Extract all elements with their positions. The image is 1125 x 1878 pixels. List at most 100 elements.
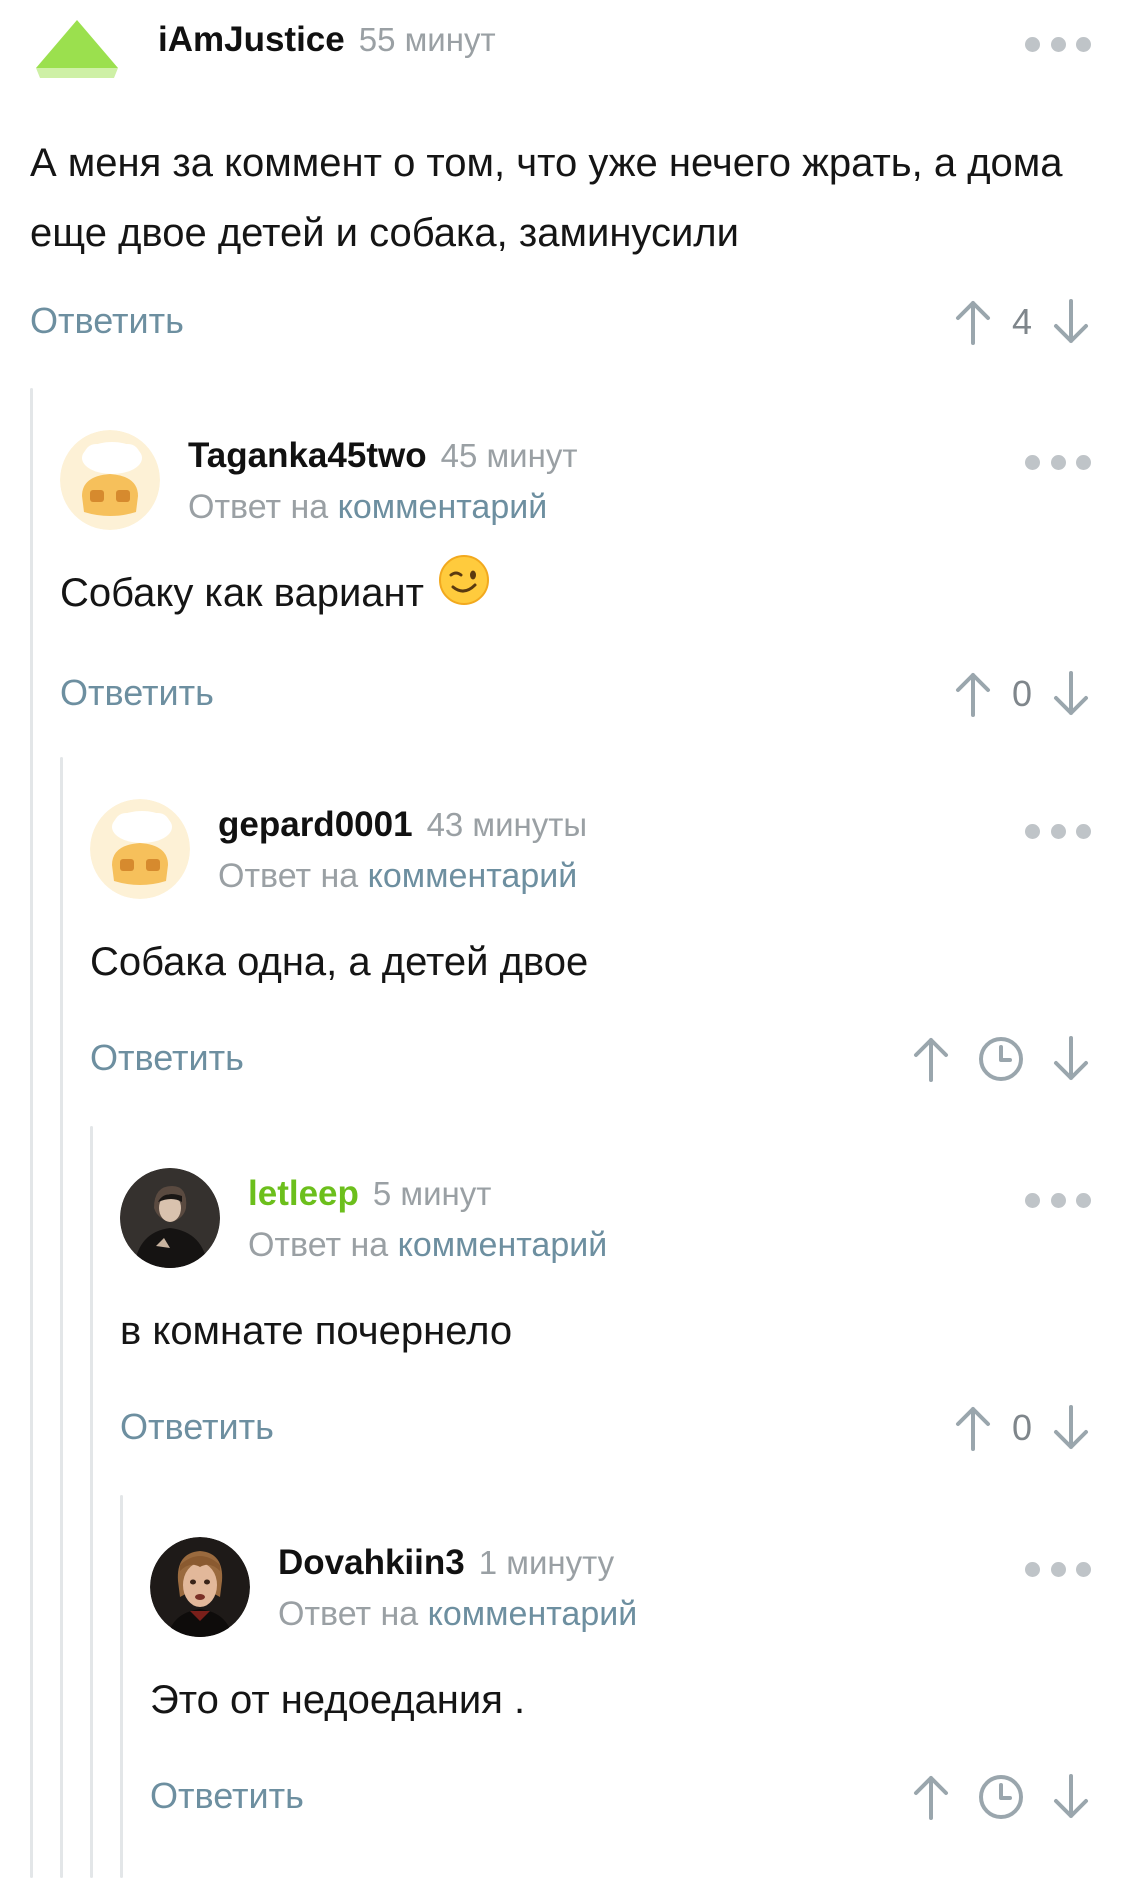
dot-icon [1025,1192,1040,1208]
comment: gepard0001 43 минуты Ответ на комментарий… [90,799,1091,1089]
more-options-button[interactable] [1025,821,1091,841]
comment-text: Это от недоедания . [150,1678,526,1722]
timestamp: 45 минут [440,437,578,474]
timestamp: 55 минут [358,21,496,58]
comment-meta: gepard0001 43 минуты [218,805,587,845]
vote-controls: 0 [953,664,1091,724]
reply-button[interactable]: Ответить [120,1406,274,1448]
timestamp: 43 минуты [426,806,588,843]
author-name[interactable]: Taganka45two [188,436,427,475]
upvote-arrow-icon[interactable] [911,1034,951,1084]
author-name[interactable]: Dovahkiin3 [278,1543,465,1582]
dot-icon [1025,1561,1040,1577]
reply-button[interactable]: Ответить [90,1037,244,1079]
reply-to-prefix: Ответ на [218,857,359,895]
more-options-button[interactable] [1025,1559,1091,1579]
downvote-arrow-icon[interactable] [1051,1403,1091,1453]
comment-actions: Ответить 0 [120,1398,1091,1458]
author-name[interactable]: letleep [248,1174,359,1213]
avatar[interactable] [30,8,130,108]
comment-actions: Ответить [150,1767,1091,1827]
reply-button[interactable]: Ответить [30,300,184,342]
reply-to-link[interactable]: комментарий [338,488,548,526]
upvote-arrow-icon[interactable] [953,669,993,719]
reply-button[interactable]: Ответить [60,672,214,714]
comment-actions: Ответить 4 [30,292,1091,352]
dot-icon [1076,454,1091,470]
avatar[interactable] [120,1168,220,1268]
downvote-arrow-icon[interactable] [1051,669,1091,719]
comment-meta: letleep 5 минут [248,1174,491,1214]
reply-to-link[interactable]: комментарий [398,1226,608,1264]
comment: Taganka45two 45 минут Ответ на комментари… [60,430,1091,724]
comment-text-row: Собаку как вариант [60,555,1091,632]
avatar[interactable] [150,1537,250,1637]
comment-header: letleep 5 минут Ответ на комментарий [120,1168,1091,1268]
green-triangle-icon [36,20,118,78]
downvote-arrow-icon[interactable] [1051,1034,1091,1084]
avatar[interactable] [60,430,160,530]
timestamp: 5 минут [372,1175,492,1212]
portrait-photo-avatar-icon [150,1537,250,1637]
vote-controls: 4 [953,292,1091,352]
comment-header: iAmJustice 55 минут [30,0,1091,100]
timestamp: 1 минуту [478,1544,615,1581]
avatar[interactable] [90,799,190,899]
vote-controls [911,1029,1091,1089]
comment-header: Dovahkiin3 1 минуту Ответ на комментарий [150,1537,1091,1637]
default-chef-avatar-icon [60,430,160,530]
clock-icon [979,1037,1023,1081]
upvote-arrow-icon[interactable] [953,1403,993,1453]
dot-icon [1050,36,1066,52]
reply-button[interactable]: Ответить [150,1775,304,1817]
thread-line [120,1495,123,1878]
reply-to-info: Ответ на комментарий [218,857,577,896]
more-options-button[interactable] [1025,1190,1091,1210]
dot-icon [1076,823,1091,839]
comment-header: Taganka45two 45 минут Ответ на комментари… [60,430,1091,530]
dot-icon [1025,454,1040,470]
author-name[interactable]: iAmJustice [158,20,345,59]
thread-line [90,1126,93,1878]
comment-text: Собака одна, а детей двое [90,940,589,984]
reply-to-info: Ответ на комментарий [248,1226,607,1265]
downvote-arrow-icon[interactable] [1051,1772,1091,1822]
comment-text: в комнате почернело [120,1309,513,1353]
author-name[interactable]: gepard0001 [218,805,413,844]
more-options-button[interactable] [1025,452,1091,472]
comment-meta: Taganka45two 45 минут [188,436,577,476]
comment-score: 0 [1011,1407,1033,1448]
dot-icon [1050,823,1066,839]
reply-to-prefix: Ответ на [188,488,329,526]
dot-icon [1050,454,1066,470]
dot-icon [1076,36,1091,52]
default-chef-avatar-icon [90,799,190,899]
comment: Dovahkiin3 1 минуту Ответ на комментарий … [150,1537,1091,1827]
downvote-arrow-icon[interactable] [1051,297,1091,347]
comment: iAmJustice 55 минут А меня за коммент о т… [30,0,1091,352]
thread-line [30,388,33,1878]
reply-to-prefix: Ответ на [248,1226,389,1264]
dot-icon [1025,36,1040,52]
upvote-arrow-icon[interactable] [953,297,993,347]
reply-to-info: Ответ на комментарий [188,488,547,527]
more-options-button[interactable] [1025,34,1091,54]
dot-icon [1050,1561,1066,1577]
reply-to-link[interactable]: комментарий [368,857,578,895]
comment-score: 0 [1011,673,1033,715]
reply-to-prefix: Ответ на [278,1595,419,1633]
vote-controls [911,1767,1091,1827]
comment-header: gepard0001 43 минуты Ответ на комментарий [90,799,1091,899]
thread-line [60,757,63,1878]
vote-controls: 0 [953,1398,1091,1458]
reply-to-link[interactable]: комментарий [428,1595,638,1633]
comment-actions: Ответить [90,1029,1091,1089]
dot-icon [1076,1561,1091,1577]
comment-meta: Dovahkiin3 1 минуту [278,1543,614,1583]
dot-icon [1025,823,1040,839]
dot-icon [1050,1192,1066,1208]
winking-face-emoji-icon [438,554,490,628]
comment-text: А меня за коммент о том, что уже нечего … [30,141,1063,255]
upvote-arrow-icon[interactable] [911,1772,951,1822]
dark-photo-avatar-icon [120,1168,220,1268]
